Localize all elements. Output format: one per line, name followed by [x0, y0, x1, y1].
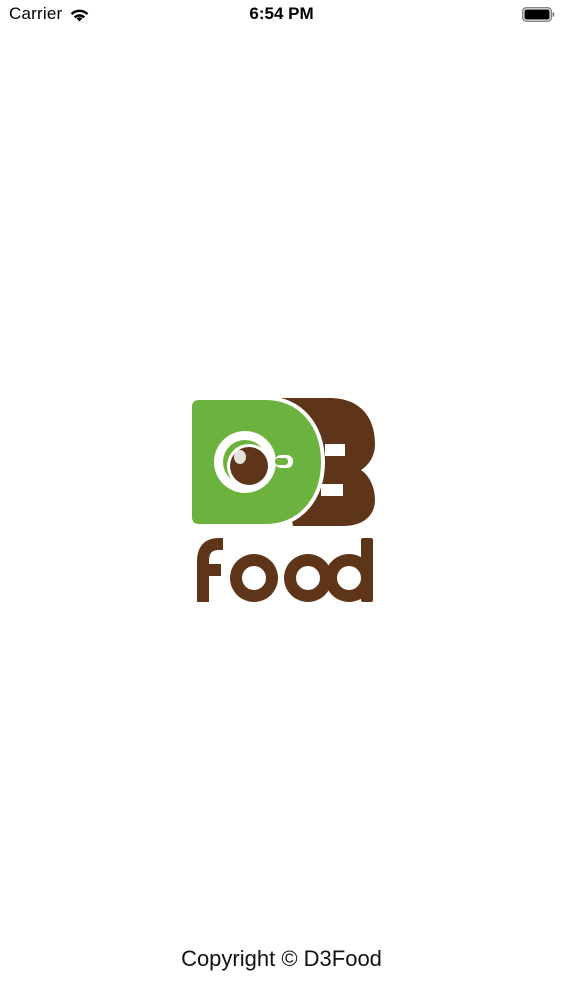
- d3food-logo: [188, 396, 375, 606]
- status-bar: Carrier 6:54 PM: [0, 0, 563, 30]
- splash-screen: Carrier 6:54 PM Copyright © D3Food: [0, 0, 563, 1000]
- copyright-text: Copyright © D3Food: [181, 946, 382, 971]
- status-time: 6:54 PM: [249, 4, 314, 23]
- battery-icon: [522, 7, 555, 22]
